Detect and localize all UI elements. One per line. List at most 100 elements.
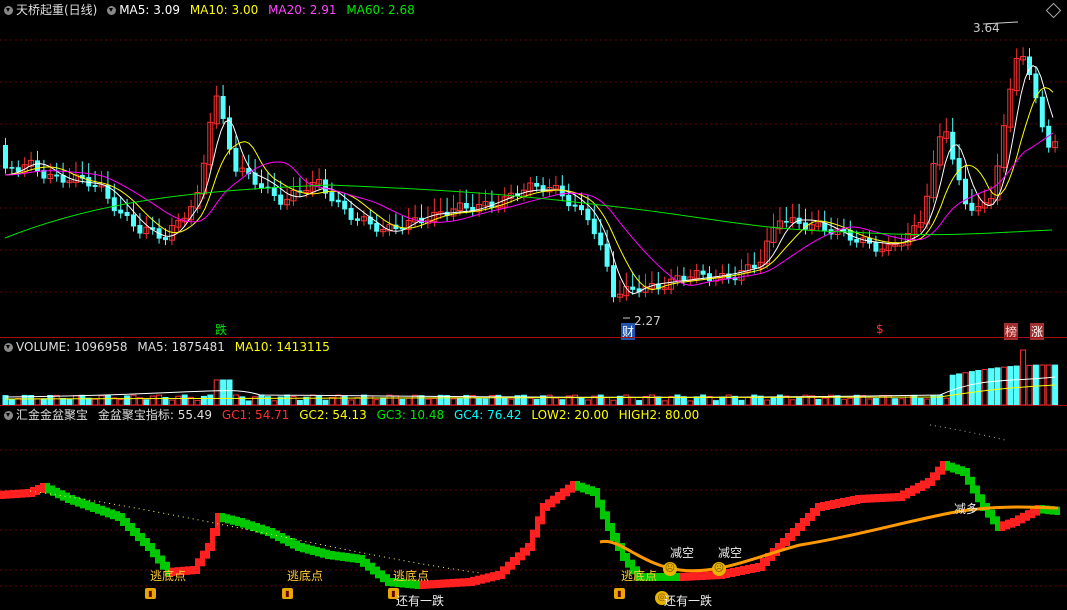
volume-bar — [629, 396, 636, 405]
indicator-bar — [605, 511, 610, 531]
indicator-bar — [360, 555, 365, 567]
indicator-bar — [705, 571, 710, 580]
indicator-bar — [325, 549, 330, 559]
volume-bar — [418, 395, 425, 405]
sad-face-icon: ☹ — [712, 562, 726, 576]
indicator-bar — [985, 503, 990, 518]
indicator-bar — [30, 487, 35, 497]
signal-tag-icon: ▮ — [145, 588, 156, 599]
indicator-bar — [580, 482, 585, 493]
indicator-bar — [735, 567, 740, 576]
volume-bar — [994, 367, 1001, 405]
volume-bar — [1007, 366, 1014, 405]
drop-warning-label: 还有一跌 — [664, 594, 713, 608]
volume-bar — [1026, 364, 1033, 405]
candle-down — [566, 194, 572, 207]
indicator-bar — [100, 505, 105, 516]
indicator-bar — [910, 485, 915, 496]
volume-bar — [316, 395, 323, 405]
indicator-bar — [755, 563, 760, 572]
indicator-bar — [125, 518, 130, 531]
volume-bar — [700, 394, 707, 405]
indicator-bar — [960, 466, 965, 476]
dropdown-icon[interactable] — [4, 6, 13, 15]
indicator-bar — [915, 483, 920, 494]
dropdown-icon[interactable] — [107, 6, 117, 15]
price-chart-panel[interactable]: 天桥起重(日线) MA5: 3.09 MA10: 3.00 MA20: 2.91… — [0, 0, 1067, 340]
indicator-bar — [760, 558, 765, 571]
event-fall-marker[interactable]: 跌 — [215, 321, 227, 338]
volume-panel[interactable]: VOLUME: 1096958 MA5: 1875481 MA10: 14131… — [0, 337, 1067, 405]
indicator-bar — [825, 501, 830, 510]
volume-bar — [124, 395, 131, 405]
vol-ma5-line — [4, 376, 1056, 398]
indicator-bar — [440, 579, 445, 588]
indicator-bar — [925, 478, 930, 489]
volume-bar — [53, 394, 60, 405]
candle-down — [534, 183, 540, 187]
volume-bar — [175, 395, 182, 405]
indicator-bar — [815, 503, 820, 516]
volume-bar — [156, 394, 163, 405]
indicator-bar — [800, 518, 805, 531]
indicator-bar — [840, 498, 845, 507]
indicator-bar — [1005, 519, 1010, 530]
indicator-bar — [355, 554, 360, 563]
candle-down — [751, 264, 757, 269]
indicator-bar — [790, 528, 795, 541]
indicator-bar — [730, 568, 735, 577]
indicator-bar — [700, 571, 705, 580]
indicator-bar — [370, 562, 375, 575]
ma5-value: MA5: 3.09 — [119, 3, 180, 17]
volume-bar — [386, 394, 393, 405]
indicator-bar — [280, 533, 285, 544]
candle-down — [783, 220, 789, 223]
indicator-panel[interactable]: 汇金金盆聚宝 金盆聚宝指标: 55.49 GC1: 54.71 GC2: 54.… — [0, 405, 1067, 610]
indicator-bar — [835, 499, 840, 508]
candle-down — [348, 207, 354, 220]
indicator-name: 汇金金盆聚宝 — [16, 408, 89, 422]
indicator-bar — [310, 545, 315, 555]
candle-down — [969, 202, 975, 211]
candle-down — [124, 211, 130, 216]
dropdown-icon[interactable] — [4, 343, 13, 352]
indicator-bar — [660, 573, 665, 581]
indicator-bar — [795, 523, 800, 536]
volume-bar — [981, 369, 988, 405]
indicator-bar — [850, 496, 855, 505]
indicator-bar — [470, 576, 475, 586]
indicator-bar — [295, 540, 300, 551]
volume-bar — [367, 395, 374, 405]
volume-bar — [623, 394, 630, 405]
indicator-bar — [365, 558, 370, 571]
candle-down — [854, 239, 860, 243]
indicator-bar — [560, 488, 565, 500]
indicator-bar — [1025, 510, 1030, 521]
indicator-bar — [570, 481, 575, 493]
volume-bar — [213, 379, 220, 405]
candle-down — [700, 270, 706, 275]
candlestick-chart[interactable] — [0, 0, 1067, 337]
reduce-long-label: 减多 — [954, 502, 979, 516]
volume-bar — [47, 394, 54, 405]
volume-bar — [149, 395, 156, 405]
indicator-bar — [820, 502, 825, 511]
volume-bar — [72, 395, 79, 405]
indicator-bar — [785, 533, 790, 546]
event-dollar-marker[interactable]: $ — [876, 322, 884, 336]
indicator-bar — [330, 551, 335, 560]
indicator-bar — [385, 574, 390, 586]
indicator-bar — [20, 489, 25, 498]
candle-down — [259, 183, 264, 189]
indicator-bar — [345, 553, 350, 562]
indicator-bar — [945, 461, 950, 471]
indicator-bar — [140, 533, 145, 546]
dropdown-icon[interactable] — [4, 411, 13, 420]
volume-bar — [181, 394, 188, 405]
candle-down — [35, 160, 40, 172]
volume-value: VOLUME: 1096958 — [16, 340, 128, 354]
indicator-bar — [285, 535, 290, 546]
indicator-bar — [450, 578, 455, 588]
escape-bottom-label: 逃底点 — [393, 569, 430, 583]
volume-bar — [572, 394, 579, 405]
